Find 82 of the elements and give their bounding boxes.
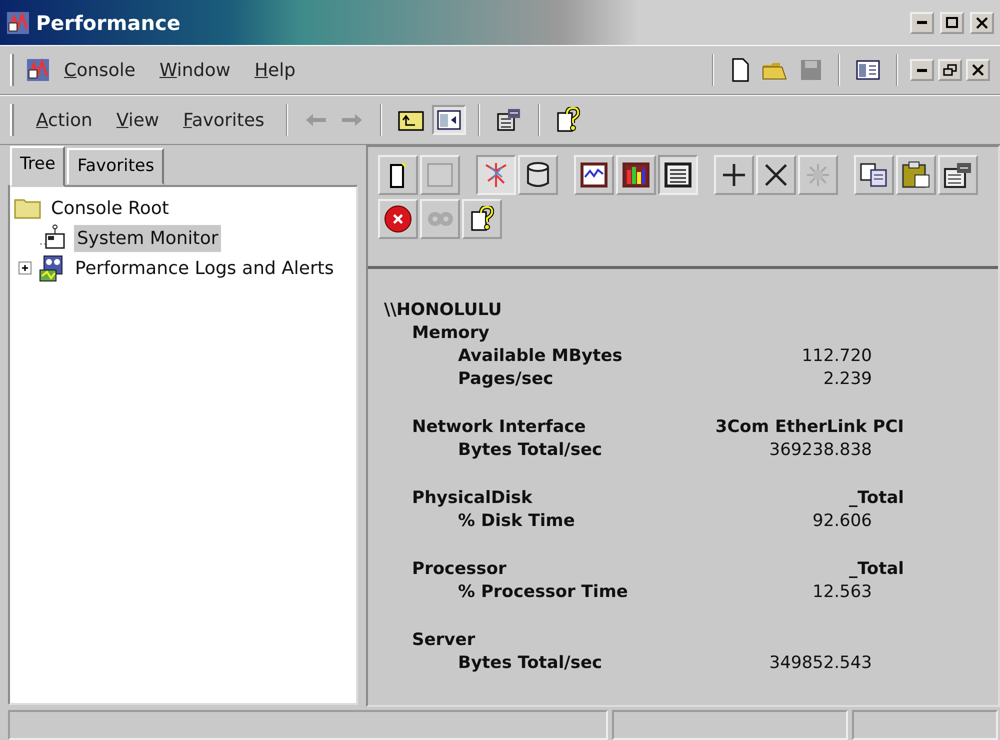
minimize-icon <box>917 21 927 24</box>
help-icon <box>470 206 494 232</box>
toolbar-button[interactable] <box>462 199 502 239</box>
toolbar-button[interactable] <box>616 155 656 195</box>
counter-name: Bytes Total/sec <box>457 652 604 675</box>
plus-icon <box>720 161 748 189</box>
toolbar-button[interactable] <box>896 155 936 195</box>
object-name: Memory <box>412 322 490 345</box>
clipboard-icon <box>901 161 931 189</box>
object-name: Processor <box>412 558 508 581</box>
properties-icon <box>943 161 973 189</box>
blank-square-icon <box>426 162 454 188</box>
object-name: Server <box>412 629 476 652</box>
tree-pane-icon <box>437 110 462 130</box>
cylinder-icon <box>525 161 551 189</box>
close-icon <box>975 16 989 28</box>
object-name: Network Interface <box>412 416 587 439</box>
window-title: Performance <box>36 10 180 36</box>
tree-item[interactable]: Performance Logs and Alerts <box>72 254 337 282</box>
instance-name: _Total <box>849 558 904 581</box>
counter-value: 349852.543 <box>769 652 872 675</box>
performance-icon <box>6 10 30 34</box>
counter-value: 92.606 <box>812 510 872 533</box>
line-chart-icon <box>580 162 608 188</box>
counter-value: 112.720 <box>802 345 872 368</box>
copy-icon <box>859 162 889 188</box>
counter-value: 2.239 <box>823 368 872 391</box>
counter-value: 12.563 <box>812 581 872 604</box>
report-icon <box>664 162 692 188</box>
back-arrow-icon <box>304 112 328 128</box>
counter-value: 369238.838 <box>769 439 872 462</box>
document-icon <box>730 58 750 82</box>
performance-icon <box>26 58 50 82</box>
counter-name: % Processor Time <box>457 581 629 604</box>
close-button[interactable] <box>970 12 994 34</box>
document-icon <box>388 162 408 188</box>
toolbar-button[interactable] <box>714 155 754 195</box>
help-icon <box>556 107 580 133</box>
instance-name: _Total <box>849 487 904 510</box>
toolbar-button[interactable] <box>658 155 698 195</box>
instance-name: 3Com EtherLink PCI <box>715 416 904 439</box>
close-icon <box>971 64 985 76</box>
counter-name: Pages/sec <box>457 368 554 391</box>
forward-arrow-icon <box>340 112 364 128</box>
menu-item[interactable]: Window <box>149 52 240 88</box>
tab[interactable]: Favorites <box>67 148 164 185</box>
toolbar-button[interactable] <box>574 155 614 195</box>
minimize-button[interactable] <box>910 12 934 34</box>
machine-name: \\HONOLULU <box>384 299 503 322</box>
properties-icon <box>496 108 522 132</box>
folder-up-icon <box>398 109 424 131</box>
counter-name: % Disk Time <box>457 510 576 533</box>
menu-item[interactable]: Console <box>54 52 146 88</box>
tree-item[interactable]: System Monitor <box>74 224 222 252</box>
minimize-icon <box>917 68 927 72</box>
toolbar-button[interactable] <box>432 105 466 135</box>
toolbar-button[interactable] <box>518 155 558 195</box>
toolbar-button[interactable] <box>938 155 978 195</box>
menu-item[interactable]: View <box>106 102 170 138</box>
stop-icon <box>383 204 413 234</box>
monitor-icon <box>38 224 68 252</box>
counter-name: Available MBytes <box>457 345 624 368</box>
tree-item[interactable]: Console Root <box>48 194 172 222</box>
maximize-icon <box>945 16 959 28</box>
restore-icon <box>943 64 957 76</box>
menu-item[interactable]: Action <box>26 102 102 138</box>
panes-icon <box>856 60 880 80</box>
toolbar-button[interactable] <box>854 155 894 195</box>
object-name: PhysicalDisk <box>412 487 534 510</box>
close-button[interactable] <box>966 59 990 81</box>
restore-button[interactable] <box>938 59 962 81</box>
toolbar-button[interactable] <box>378 155 418 195</box>
bar-chart-icon <box>622 162 650 188</box>
counter-name: Bytes Total/sec <box>457 439 604 462</box>
toolbar-button[interactable] <box>756 155 796 195</box>
menu-item[interactable]: Help <box>244 52 306 88</box>
minimize-button[interactable] <box>910 59 934 81</box>
starburst-icon <box>804 161 832 189</box>
toolbar-button[interactable] <box>378 199 418 239</box>
menu-item[interactable]: Favorites <box>173 102 274 138</box>
tab[interactable]: Tree <box>10 146 66 187</box>
maximize-button[interactable] <box>940 12 964 34</box>
